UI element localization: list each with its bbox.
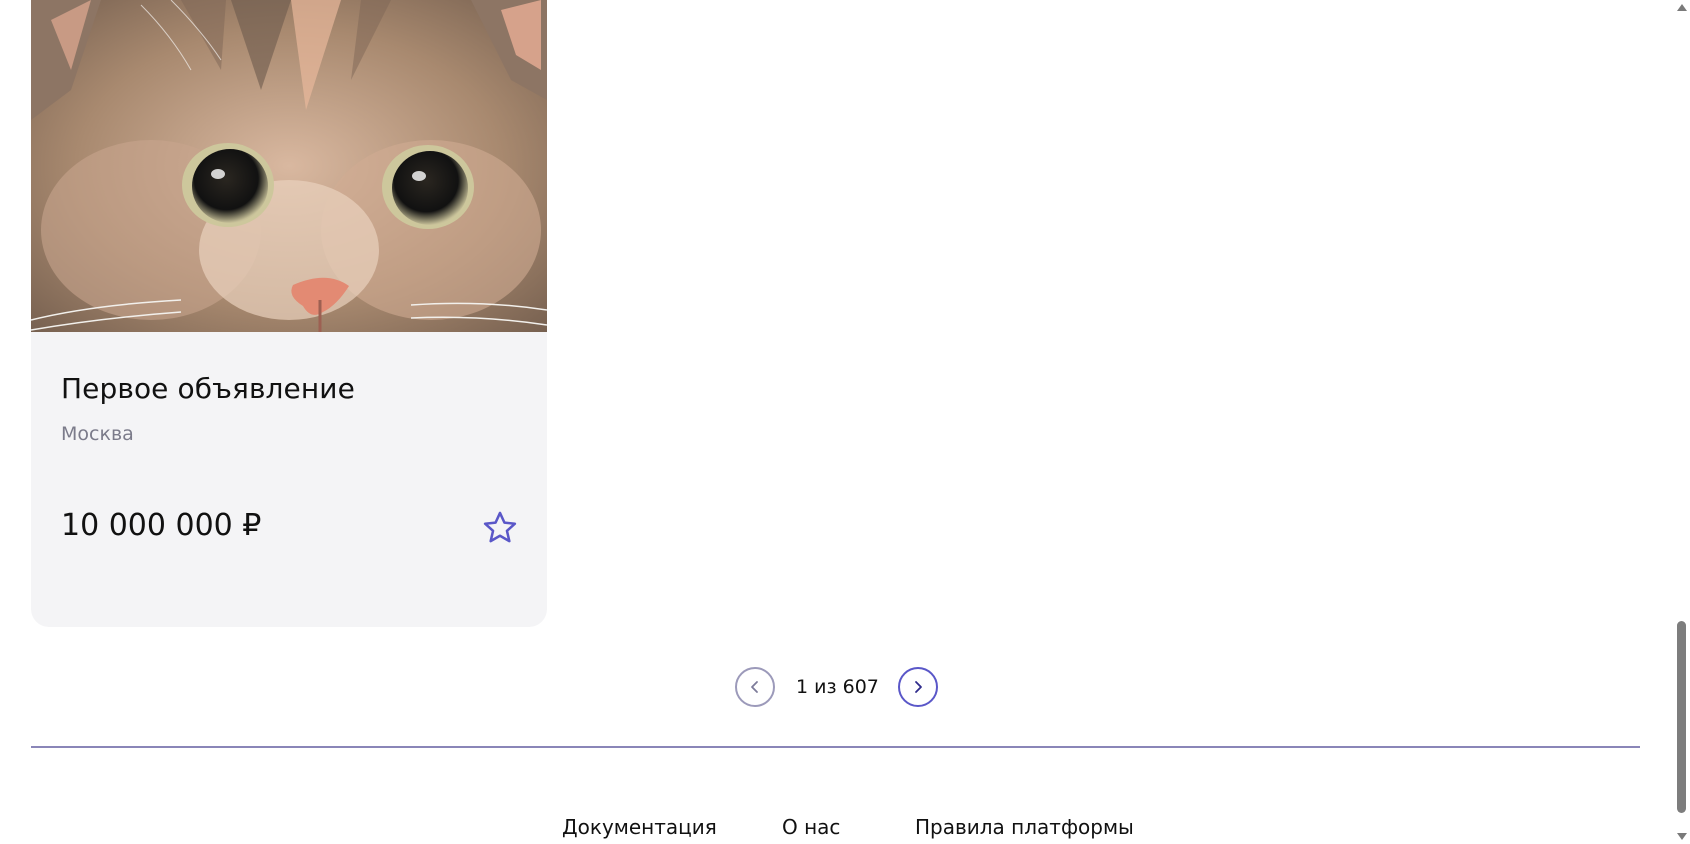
- footer-link-about[interactable]: О нас: [782, 815, 840, 839]
- favorite-button[interactable]: [475, 504, 525, 552]
- listing-city: Москва: [61, 423, 134, 445]
- pagination: 1 из 607: [735, 667, 938, 707]
- scroll-up-icon[interactable]: [1677, 4, 1687, 11]
- next-page-button[interactable]: [897, 667, 938, 707]
- chevron-left-icon: [751, 681, 758, 693]
- chevron-right-icon: [914, 681, 922, 693]
- page-indicator: 1 из 607: [796, 676, 879, 698]
- listing-title[interactable]: Первое объявление: [61, 372, 355, 405]
- star-outline-icon: [483, 511, 517, 543]
- cat-photo-image: [31, 0, 547, 332]
- vertical-scrollbar[interactable]: [1673, 0, 1690, 844]
- listing-card[interactable]: Первое объявление Москва 10 000 000 ₽: [31, 0, 547, 627]
- listing-photo[interactable]: [31, 0, 547, 332]
- footer-link-rules[interactable]: Правила платформы: [915, 815, 1134, 839]
- scroll-down-icon[interactable]: [1677, 833, 1687, 840]
- footer-link-docs[interactable]: Документация: [562, 815, 717, 839]
- listing-price: 10 000 000 ₽: [61, 508, 262, 543]
- prev-page-button[interactable]: [735, 667, 775, 707]
- footer-divider: [31, 746, 1640, 748]
- scroll-thumb[interactable]: [1677, 621, 1686, 813]
- page: Первое объявление Москва 10 000 000 ₽ 1 …: [0, 0, 1690, 844]
